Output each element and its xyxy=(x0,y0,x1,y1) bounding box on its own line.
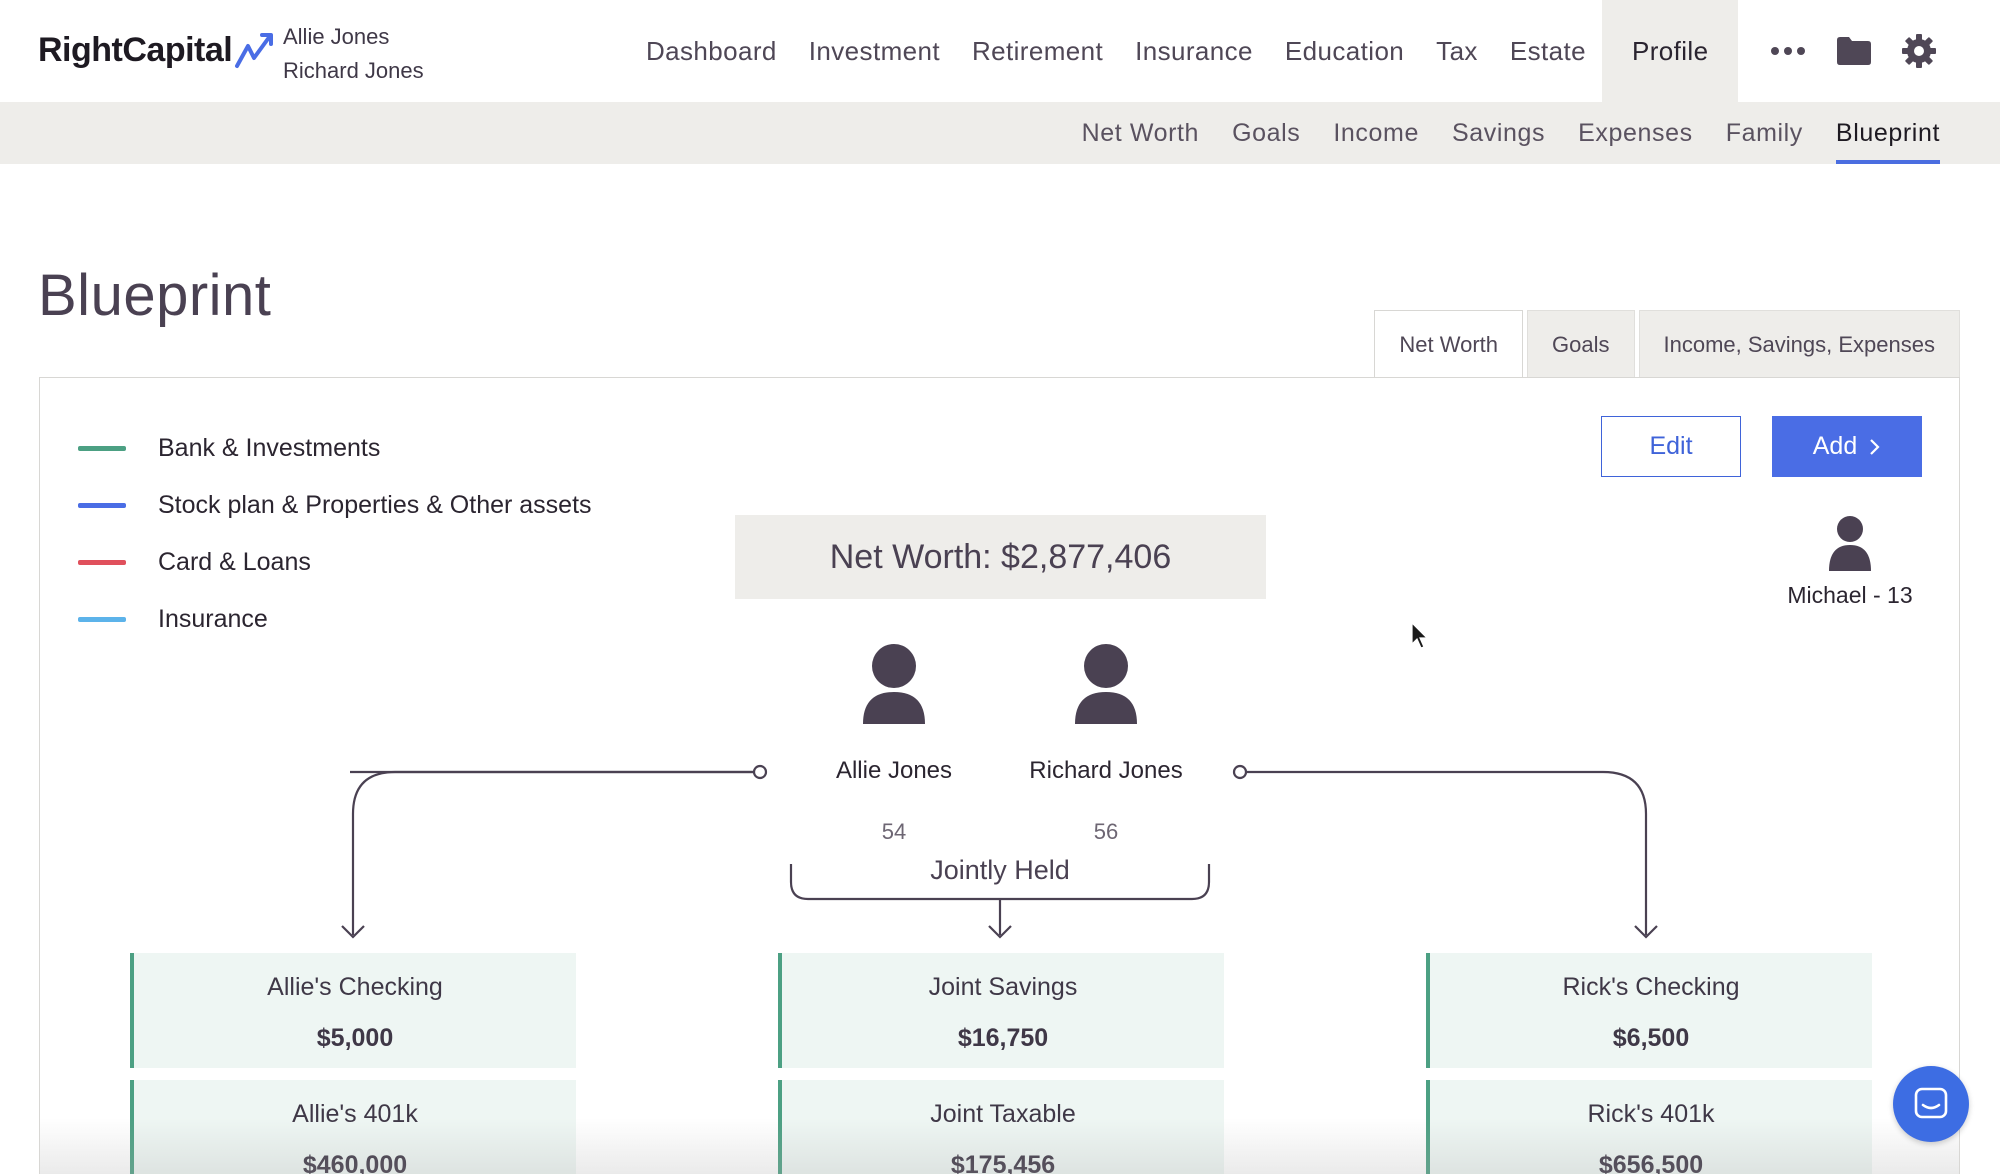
person-name: Allie Jones xyxy=(835,757,953,784)
page-title: Blueprint xyxy=(38,263,272,328)
account-value: $460,000 xyxy=(302,1151,408,1174)
nav-tax[interactable]: Tax xyxy=(1420,0,1494,102)
subnav-goals[interactable]: Goals xyxy=(1232,102,1300,164)
nav-investment[interactable]: Investment xyxy=(793,0,956,102)
person-name: Richard Jones xyxy=(1029,757,1183,784)
logo-text: RightCapital xyxy=(38,30,233,69)
account-name: Rick's 401k xyxy=(1587,1100,1715,1128)
client-name: Allie Jones xyxy=(283,24,390,49)
client-names[interactable]: Allie Jones Richard Jones xyxy=(283,20,424,88)
tab-goals[interactable]: Goals xyxy=(1527,310,1635,378)
account-name: Allie's Checking xyxy=(267,973,443,1001)
account-card[interactable]: Rick's 401k $656,500 xyxy=(1426,1080,1872,1174)
account-value: $16,750 xyxy=(957,1024,1049,1052)
subnav-blueprint[interactable]: Blueprint xyxy=(1835,102,1941,164)
subnav-savings[interactable]: Savings xyxy=(1452,102,1545,164)
more-icon[interactable] xyxy=(1770,46,1806,56)
chat-button[interactable] xyxy=(1893,1066,1969,1142)
account-value: $656,500 xyxy=(1598,1151,1704,1174)
person-age: 54 xyxy=(881,819,907,844)
subnav-expenses[interactable]: Expenses xyxy=(1578,102,1693,164)
person-icon xyxy=(863,644,925,724)
person-age: 56 xyxy=(1093,819,1119,844)
person-allie[interactable]: Allie Jones 54 xyxy=(794,644,994,845)
nav-insurance[interactable]: Insurance xyxy=(1119,0,1269,102)
gear-icon[interactable] xyxy=(1902,34,1936,68)
logo-arrow-icon xyxy=(235,33,274,68)
account-value: $6,500 xyxy=(1612,1024,1690,1052)
nav-estate[interactable]: Estate xyxy=(1494,0,1602,102)
account-card[interactable]: Joint Taxable $175,456 xyxy=(778,1080,1224,1174)
account-name: Rick's Checking xyxy=(1562,973,1740,1001)
mouse-cursor-icon xyxy=(1411,622,1429,649)
subnav-net-worth[interactable]: Net Worth xyxy=(1082,102,1199,164)
person-richard[interactable]: Richard Jones 56 xyxy=(1006,644,1206,845)
logo[interactable]: RightCapital xyxy=(38,30,276,70)
nav-education[interactable]: Education xyxy=(1269,0,1420,102)
account-value: $175,456 xyxy=(950,1151,1056,1174)
main-nav: Dashboard Investment Retirement Insuranc… xyxy=(630,0,1739,102)
account-value: $5,000 xyxy=(316,1024,394,1052)
account-name: Joint Savings xyxy=(928,973,1078,1001)
nav-profile[interactable]: Profile xyxy=(1601,0,1739,102)
tab-income-savings-expenses[interactable]: Income, Savings, Expenses xyxy=(1638,310,1960,378)
view-tabs: Net Worth Goals Income, Savings, Expense… xyxy=(1374,310,1960,378)
account-card[interactable]: Rick's Checking $6,500 xyxy=(1426,953,1872,1068)
person-icon xyxy=(1075,644,1137,724)
blueprint-panel: Bank & Investments Stock plan & Properti… xyxy=(39,377,1960,1174)
tab-net-worth[interactable]: Net Worth xyxy=(1374,310,1524,378)
subnav-family[interactable]: Family xyxy=(1726,102,1803,164)
top-bar: RightCapital Allie Jones Richard Jones D… xyxy=(0,0,2000,102)
top-icons xyxy=(1770,0,1936,102)
account-name: Allie's 401k xyxy=(292,1100,418,1128)
subnav-income[interactable]: Income xyxy=(1333,102,1419,164)
folder-icon[interactable] xyxy=(1836,36,1872,66)
nav-dashboard[interactable]: Dashboard xyxy=(630,0,793,102)
client-name: Richard Jones xyxy=(283,58,424,83)
chat-icon xyxy=(1914,1087,1948,1119)
jointly-held-label: Jointly Held xyxy=(930,855,1070,885)
account-card[interactable]: Joint Savings $16,750 xyxy=(778,953,1224,1068)
account-card[interactable]: Allie's Checking $5,000 xyxy=(130,953,576,1068)
sub-nav: Net Worth Goals Income Savings Expenses … xyxy=(0,102,2000,164)
nav-retirement[interactable]: Retirement xyxy=(956,0,1119,102)
account-card[interactable]: Allie's 401k $460,000 xyxy=(130,1080,576,1174)
account-name: Joint Taxable xyxy=(930,1100,1076,1128)
